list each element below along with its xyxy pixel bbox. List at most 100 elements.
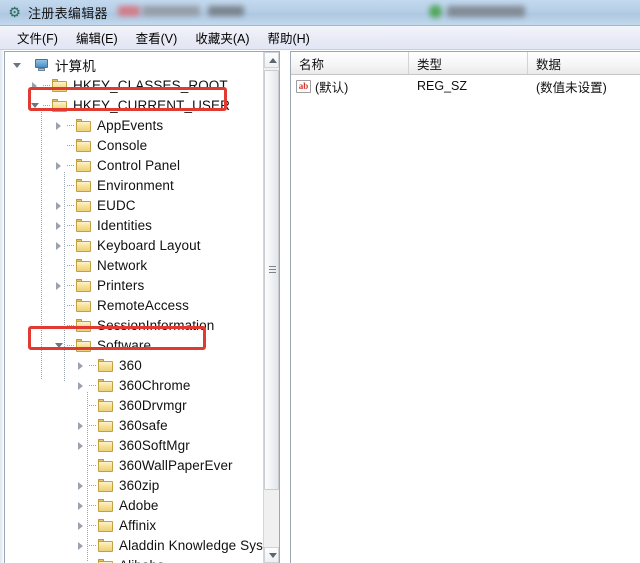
tree-node[interactable]: RemoteAccess <box>5 295 265 315</box>
folder-icon <box>76 278 92 292</box>
tree-node[interactable]: SessionInformation <box>5 315 265 335</box>
column-header-name[interactable]: 名称 <box>291 52 409 74</box>
expand-arrow-icon[interactable] <box>75 379 88 392</box>
folder-icon <box>98 538 114 552</box>
tree-node[interactable]: 360safe <box>5 415 265 435</box>
tree-connector-dots <box>89 459 98 472</box>
tree-node[interactable]: 360Drvmgr <box>5 395 265 415</box>
scrollbar-thumb[interactable] <box>264 70 279 490</box>
value-name-text: (默认) <box>315 80 349 95</box>
tree-node-label: Identities <box>97 217 153 233</box>
menu-item-help[interactable]: 帮助(H) <box>258 26 318 49</box>
tree-connector-dots <box>67 119 76 132</box>
tree-node[interactable]: Keyboard Layout <box>5 235 265 255</box>
folder-icon <box>98 418 114 432</box>
title-bar: ⚙ 注册表编辑器 <box>0 0 640 26</box>
tree-node-label: 360zip <box>119 477 160 493</box>
tree-node-label: Alibaba <box>119 558 165 563</box>
collapse-arrow-icon[interactable] <box>11 59 24 72</box>
tree-connector-dots <box>67 239 76 252</box>
tree-node-label: Keyboard Layout <box>97 237 201 253</box>
tree-node-label: Aladdin Knowledge Systems <box>119 537 265 553</box>
tree-vertical-scrollbar[interactable] <box>263 52 279 563</box>
tree-connector-dots <box>89 439 98 452</box>
tree-node-label: Printers <box>97 277 145 293</box>
tree-connector-dots <box>43 79 52 92</box>
tree-node[interactable]: 360 <box>5 355 265 375</box>
values-list-pane: 名称 类型 数据 ab (默认) REG_SZ (数值未设置) <box>290 51 640 563</box>
tree-node-label: Software <box>97 337 152 353</box>
tree-node[interactable]: 计算机 <box>5 55 265 75</box>
registry-tree[interactable]: 计算机 HKEY_CLASSES_ROOT HKEY_CURRENT_USER App… <box>5 52 265 563</box>
tree-node[interactable]: HKEY_CLASSES_ROOT <box>5 75 265 95</box>
tree-node[interactable]: Network <box>5 255 265 275</box>
tree-node[interactable]: Aladdin Knowledge Systems <box>5 535 265 555</box>
registry-tree-pane: 计算机 HKEY_CLASSES_ROOT HKEY_CURRENT_USER App… <box>4 51 280 563</box>
tree-node[interactable]: 360zip <box>5 475 265 495</box>
tree-node[interactable]: 360WallPaperEver <box>5 455 265 475</box>
folder-icon <box>98 378 114 392</box>
tree-connector-dots <box>67 319 76 332</box>
tree-node-label: Affinix <box>119 517 157 533</box>
tree-node[interactable]: 360SoftMgr <box>5 435 265 455</box>
expand-arrow-icon[interactable] <box>53 119 66 132</box>
folder-icon <box>76 138 92 152</box>
folder-icon <box>52 78 68 92</box>
chevron-down-icon <box>269 553 277 558</box>
menu-item-file[interactable]: 文件(F) <box>8 26 67 49</box>
tree-node-label: Adobe <box>119 497 159 513</box>
tree-node[interactable]: 360Chrome <box>5 375 265 395</box>
values-list-row[interactable]: ab (默认) REG_SZ (数值未设置) <box>291 75 640 97</box>
tree-connector-dots <box>67 219 76 232</box>
tree-node[interactable]: Alibaba <box>5 555 265 563</box>
tree-node-label: EUDC <box>97 197 136 213</box>
folder-icon <box>98 438 114 452</box>
tree-connector-dots <box>89 399 98 412</box>
folder-icon <box>76 338 92 352</box>
menu-item-favorites[interactable]: 收藏夹(A) <box>186 26 258 49</box>
expand-arrow-icon[interactable] <box>29 79 42 92</box>
column-header-type[interactable]: 类型 <box>409 52 528 74</box>
tree-node-label: SessionInformation <box>97 317 215 333</box>
tree-connector-dots <box>89 479 98 492</box>
tree-connector-line-level2 <box>64 172 65 382</box>
tree-connector-dots <box>67 279 76 292</box>
tree-node-label: Network <box>97 257 148 273</box>
tree-node[interactable]: HKEY_CURRENT_USER <box>5 95 265 115</box>
tree-connector-dots <box>89 419 98 432</box>
folder-icon <box>76 118 92 132</box>
tree-node[interactable]: Control Panel <box>5 155 265 175</box>
tree-node[interactable]: Environment <box>5 175 265 195</box>
folder-icon <box>76 298 92 312</box>
tree-node[interactable]: Identities <box>5 215 265 235</box>
tree-node[interactable]: Affinix <box>5 515 265 535</box>
menu-item-edit[interactable]: 编辑(E) <box>67 26 127 49</box>
column-header-data[interactable]: 数据 <box>528 52 640 74</box>
tree-node[interactable]: Adobe <box>5 495 265 515</box>
tree-node[interactable]: Printers <box>5 275 265 295</box>
tree-node-label: HKEY_CURRENT_USER <box>73 97 230 113</box>
expand-arrow-icon[interactable] <box>53 159 66 172</box>
tree-node[interactable]: Console <box>5 135 265 155</box>
tree-node[interactable]: EUDC <box>5 195 265 215</box>
scroll-down-button[interactable] <box>264 547 279 563</box>
tree-connector-dots <box>43 99 52 112</box>
tree-connector-dots <box>67 299 76 312</box>
folder-icon <box>98 358 114 372</box>
scroll-up-button[interactable] <box>264 52 279 68</box>
expand-arrow-icon[interactable] <box>75 359 88 372</box>
tree-node-label: 360 <box>119 357 142 373</box>
redacted-title-chip-4 <box>429 5 442 18</box>
tree-node-label: 计算机 <box>55 59 96 74</box>
chevron-up-icon <box>269 58 277 63</box>
tree-node[interactable]: Software <box>5 335 265 355</box>
value-data-cell: (数值未设置) <box>536 80 607 95</box>
folder-icon <box>76 218 92 232</box>
collapse-arrow-icon[interactable] <box>29 99 42 112</box>
tree-node-label: Environment <box>97 177 174 193</box>
tree-node-label: HKEY_CLASSES_ROOT <box>73 77 228 93</box>
scrollbar-grip-icon <box>269 266 276 273</box>
tree-node[interactable]: AppEvents <box>5 115 265 135</box>
menu-item-view[interactable]: 查看(V) <box>127 26 187 49</box>
tree-connector-dots <box>89 379 98 392</box>
